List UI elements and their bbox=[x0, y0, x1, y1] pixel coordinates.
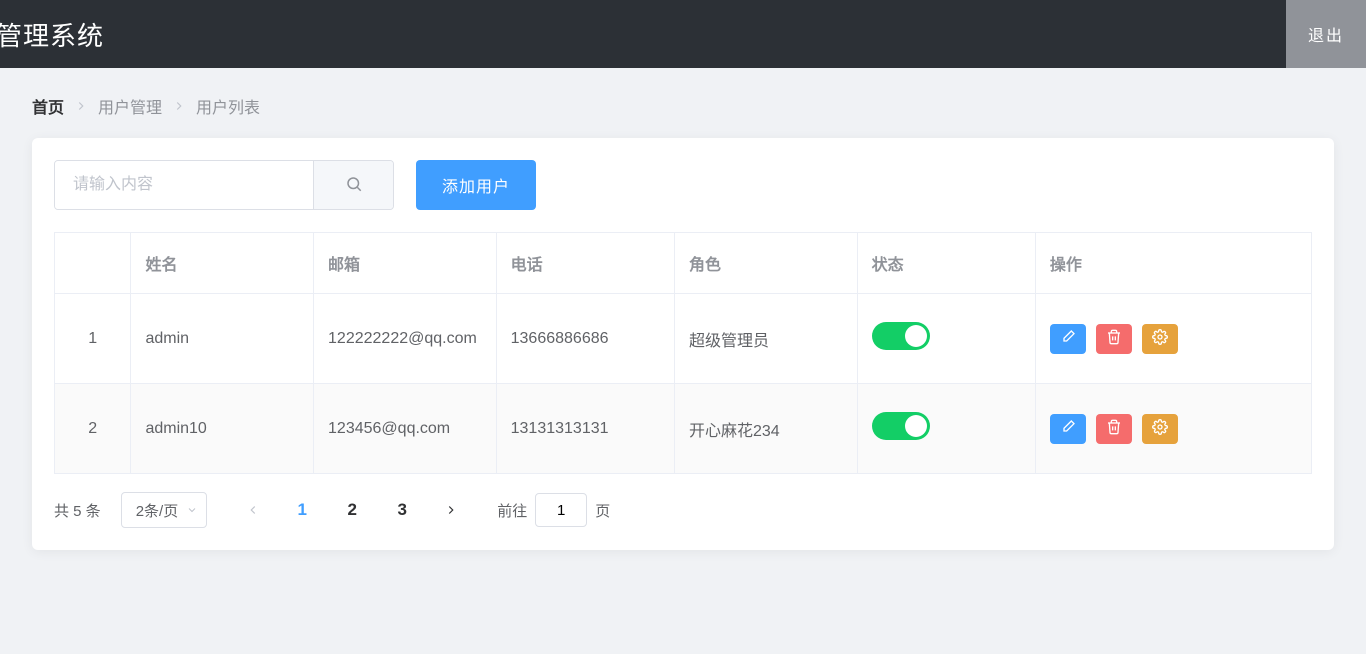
cell-name: admin bbox=[131, 294, 314, 384]
cell-index: 2 bbox=[55, 384, 131, 474]
logout-button[interactable]: 退出 bbox=[1286, 0, 1366, 68]
cell-role: 超级管理员 bbox=[674, 294, 857, 384]
cell-ops bbox=[1035, 294, 1311, 384]
page-size-label: 2条/页 bbox=[136, 500, 179, 521]
chevron-right-icon bbox=[74, 99, 88, 113]
state-toggle[interactable] bbox=[872, 322, 930, 350]
th-email: 邮箱 bbox=[314, 233, 497, 294]
breadcrumb: 首页 用户管理 用户列表 bbox=[0, 68, 1366, 138]
th-index bbox=[55, 233, 131, 294]
delete-button[interactable] bbox=[1096, 414, 1132, 444]
search-button[interactable] bbox=[313, 161, 393, 209]
cell-name: admin10 bbox=[131, 384, 314, 474]
user-table: 姓名 邮箱 电话 角色 状态 操作 1admin122222222@qq.com… bbox=[54, 232, 1312, 474]
th-phone: 电话 bbox=[496, 233, 674, 294]
goto-suffix: 页 bbox=[595, 500, 610, 521]
page-number-3[interactable]: 3 bbox=[383, 492, 421, 528]
pagination-nav: 123 bbox=[235, 492, 469, 528]
table-row: 2admin10123456@qq.com13131313131开心麻花234 bbox=[55, 384, 1312, 474]
chevron-down-icon bbox=[186, 504, 198, 516]
search-icon bbox=[345, 175, 363, 196]
breadcrumb-user-mgmt[interactable]: 用户管理 bbox=[98, 94, 162, 118]
add-user-button[interactable]: 添加用户 bbox=[416, 160, 536, 210]
cell-state bbox=[857, 294, 1035, 384]
cell-state bbox=[857, 384, 1035, 474]
settings-button[interactable] bbox=[1142, 324, 1178, 354]
page-number-1[interactable]: 1 bbox=[283, 492, 321, 528]
state-toggle[interactable] bbox=[872, 412, 930, 440]
edit-icon bbox=[1060, 419, 1076, 438]
page-size-select[interactable]: 2条/页 bbox=[121, 492, 208, 528]
cell-phone: 13666886686 bbox=[496, 294, 674, 384]
cell-email: 123456@qq.com bbox=[314, 384, 497, 474]
breadcrumb-home[interactable]: 首页 bbox=[32, 94, 64, 118]
th-ops: 操作 bbox=[1035, 233, 1311, 294]
cell-email: 122222222@qq.com bbox=[314, 294, 497, 384]
gear-icon bbox=[1152, 419, 1168, 438]
th-role: 角色 bbox=[674, 233, 857, 294]
app-header: 管理系统 退出 bbox=[0, 0, 1366, 68]
cell-role: 开心麻花234 bbox=[674, 384, 857, 474]
next-page-button[interactable] bbox=[433, 492, 469, 528]
th-state: 状态 bbox=[857, 233, 1035, 294]
goto-prefix: 前往 bbox=[497, 500, 527, 521]
gear-icon bbox=[1152, 329, 1168, 348]
toolbar: 添加用户 bbox=[54, 160, 1312, 210]
search-input[interactable] bbox=[55, 161, 313, 209]
search-group bbox=[54, 160, 394, 210]
settings-button[interactable] bbox=[1142, 414, 1178, 444]
chevron-right-icon bbox=[172, 99, 186, 113]
content-card: 添加用户 姓名 邮箱 电话 角色 状态 操作 1admin122222222@q… bbox=[32, 138, 1334, 550]
pagination-total: 共 5 条 bbox=[54, 500, 101, 521]
trash-icon bbox=[1106, 329, 1122, 348]
cell-phone: 13131313131 bbox=[496, 384, 674, 474]
cell-ops bbox=[1035, 384, 1311, 474]
edit-button[interactable] bbox=[1050, 414, 1086, 444]
edit-button[interactable] bbox=[1050, 324, 1086, 354]
pagination: 共 5 条 2条/页 123 前往 页 bbox=[54, 492, 1312, 528]
trash-icon bbox=[1106, 419, 1122, 438]
pagination-goto: 前往 页 bbox=[497, 493, 610, 527]
delete-button[interactable] bbox=[1096, 324, 1132, 354]
table-row: 1admin122222222@qq.com13666886686超级管理员 bbox=[55, 294, 1312, 384]
breadcrumb-user-list: 用户列表 bbox=[196, 94, 260, 118]
th-name: 姓名 bbox=[131, 233, 314, 294]
goto-page-input[interactable] bbox=[535, 493, 587, 527]
edit-icon bbox=[1060, 329, 1076, 348]
table-header-row: 姓名 邮箱 电话 角色 状态 操作 bbox=[55, 233, 1312, 294]
prev-page-button[interactable] bbox=[235, 492, 271, 528]
app-title: 管理系统 bbox=[0, 16, 104, 53]
page-number-2[interactable]: 2 bbox=[333, 492, 371, 528]
cell-index: 1 bbox=[55, 294, 131, 384]
